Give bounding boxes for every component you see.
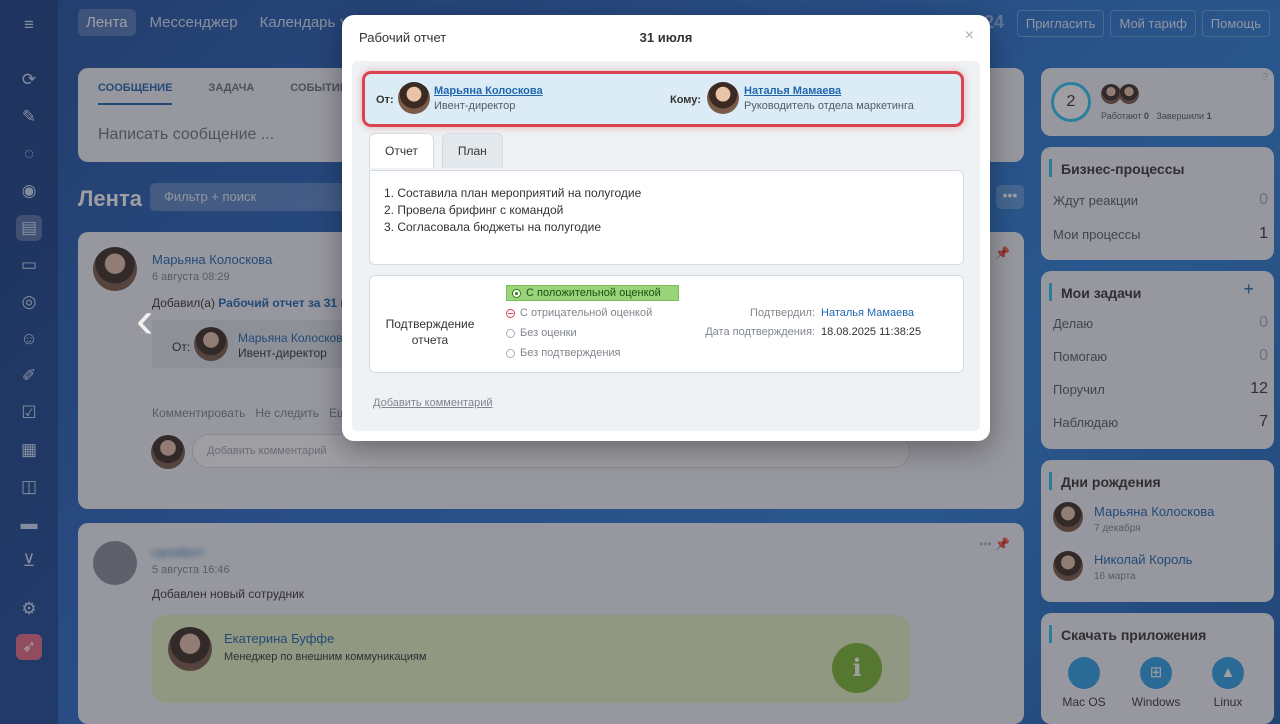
tab-report[interactable]: Отчет [369, 133, 434, 168]
report-line: 1. Составила план мероприятий на полугод… [384, 186, 642, 200]
confirmation-section: Подтверждение отчета С положительной оце… [369, 275, 964, 373]
chevron-left-icon[interactable]: ‹ [136, 290, 153, 350]
confirm-label: Подтверждение отчета [385, 317, 475, 347]
confirm-date-label: Дата подтверждения: [705, 326, 815, 338]
modal-date: 31 июля [639, 30, 693, 45]
radio-icon [506, 328, 515, 338]
from-label: От: [376, 94, 394, 106]
option-negative[interactable]: С отрицательной оценкой [506, 307, 652, 319]
report-line: 3. Согласовала бюджеты на полугодие [384, 220, 602, 234]
from-role: Ивент-директор [434, 100, 516, 112]
report-content: 1. Составила план мероприятий на полугод… [369, 170, 964, 265]
confirmed-by-label: Подтвердил: [750, 307, 815, 319]
to-label: Кому: [670, 94, 701, 106]
from-name[interactable]: Марьяна Колоскова [434, 85, 543, 97]
x-circle-icon [506, 348, 515, 358]
option-no-rating[interactable]: Без оценки [506, 327, 577, 339]
avatar[interactable] [398, 82, 430, 114]
radio-selected-icon [512, 288, 521, 298]
option-no-confirm[interactable]: Без подтверждения [506, 347, 621, 359]
confirmed-by-name[interactable]: Наталья Мамаева [821, 307, 914, 319]
close-icon[interactable]: × [965, 27, 974, 45]
option-positive[interactable]: С положительной оценкой [506, 285, 679, 301]
confirm-date: 18.08.2025 11:38:25 [821, 326, 922, 338]
avatar[interactable] [707, 82, 739, 114]
work-report-modal: Рабочий отчет 31 июля × От: Марьяна Коло… [342, 15, 990, 441]
minus-circle-icon [506, 308, 515, 318]
add-comment-link[interactable]: Добавить комментарий [373, 397, 492, 409]
report-line: 2. Провела брифинг с командой [384, 203, 564, 217]
tab-plan[interactable]: План [441, 133, 503, 168]
to-name[interactable]: Наталья Мамаева [744, 85, 841, 97]
from-to-panel: От: Марьяна Колоскова Ивент-директор Ком… [362, 71, 964, 127]
to-role: Руководитель отдела маркетинга [744, 100, 914, 112]
report-tabs: Отчет План [369, 133, 511, 168]
